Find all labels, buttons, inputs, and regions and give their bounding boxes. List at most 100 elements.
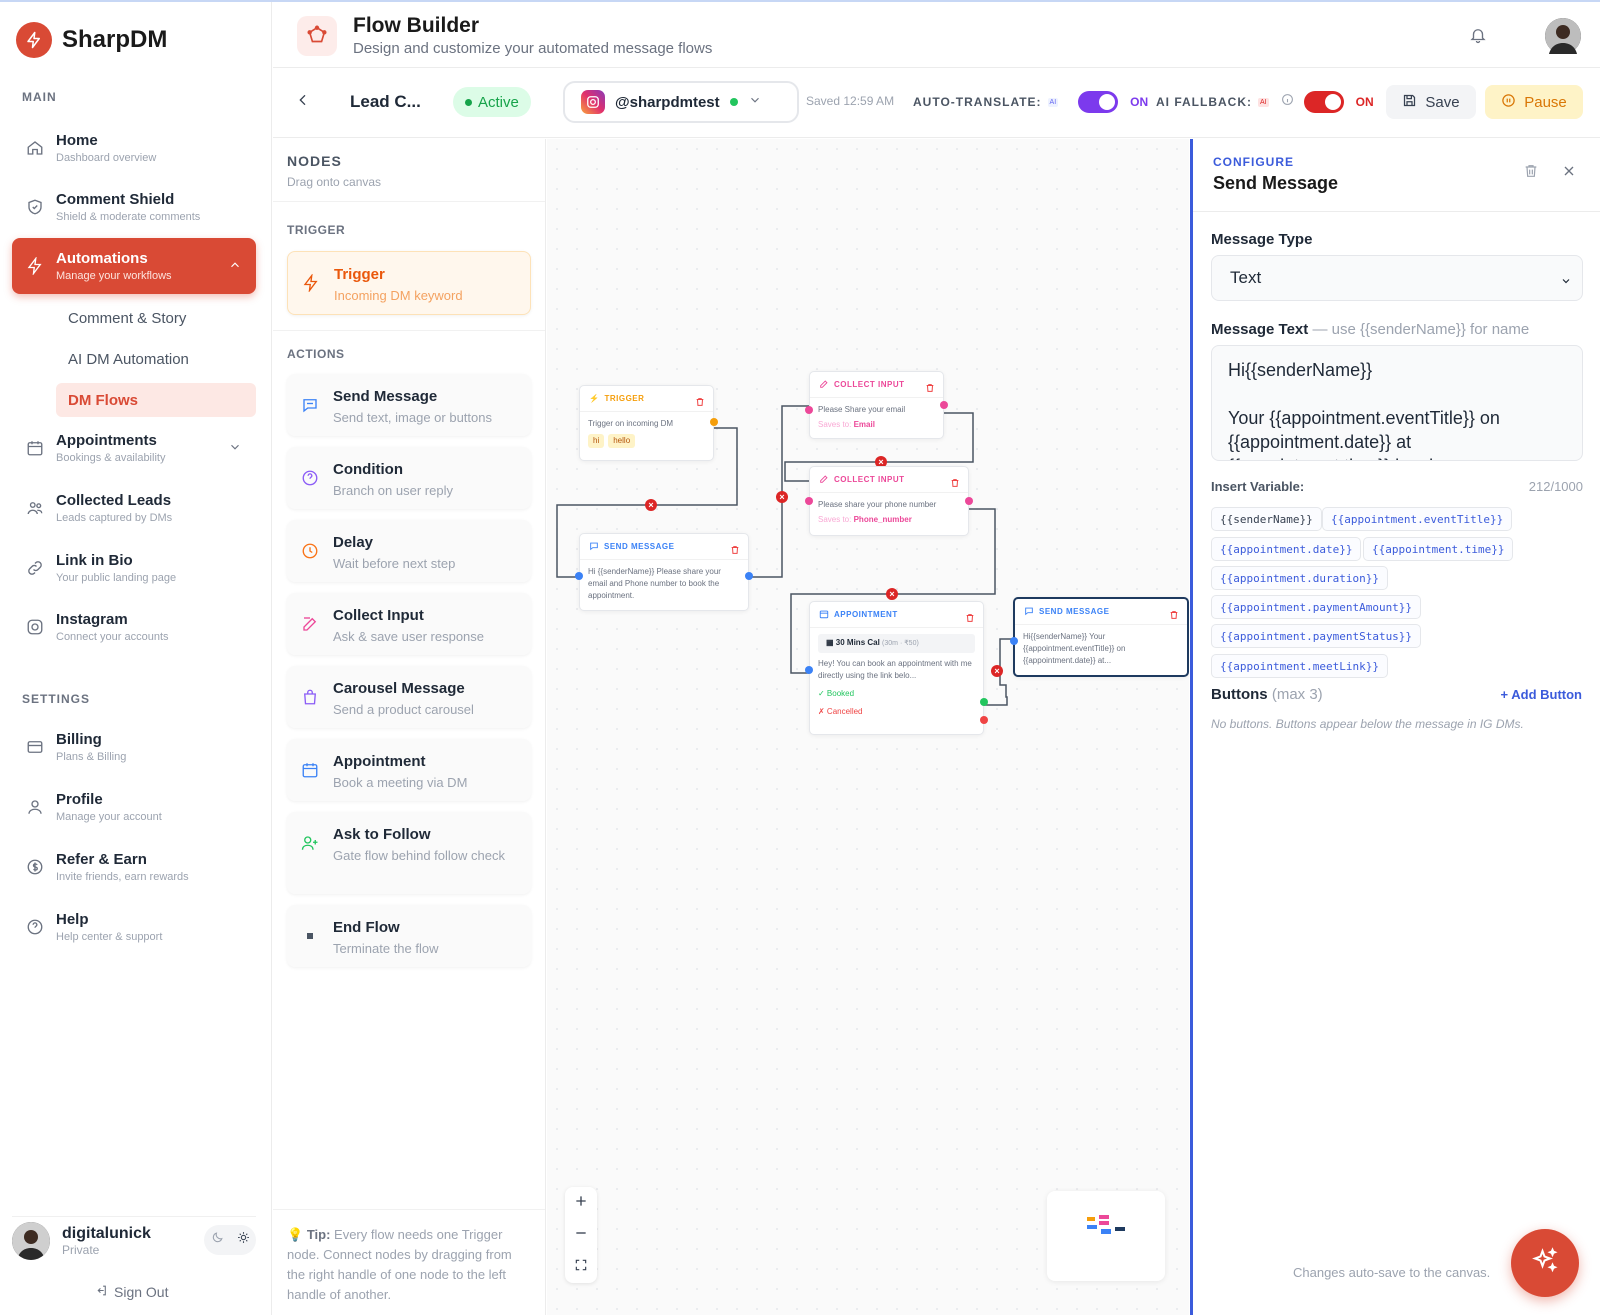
delete-edge-icon[interactable]: × [776, 491, 788, 503]
sidebar-item-instagram[interactable]: Instagram Connect your accounts [12, 599, 256, 655]
variable-chip[interactable]: {{appointment.paymentStatus}} [1211, 624, 1422, 648]
info-icon[interactable] [1281, 93, 1294, 111]
message-text-field[interactable]: Hi{{senderName}} Your {{appointment.even… [1211, 345, 1583, 461]
trash-icon[interactable] [925, 380, 935, 398]
sidebar-item-help[interactable]: Help Help center & support [12, 899, 256, 955]
pause-button[interactable]: Pause [1485, 85, 1583, 119]
back-arrow-icon[interactable] [295, 92, 311, 113]
account-selector[interactable]: @sharpdmtest [563, 81, 799, 123]
output-handle[interactable] [745, 572, 753, 580]
ai-fallback-toggle[interactable] [1303, 91, 1344, 113]
minimap[interactable] [1047, 1191, 1165, 1281]
output-handle[interactable] [710, 418, 718, 426]
sidebar-item-home[interactable]: Home Dashboard overview [12, 120, 256, 176]
palette-item-sub: Ask & save user response [333, 629, 485, 644]
auto-translate-toggle[interactable] [1078, 91, 1119, 113]
trash-icon[interactable] [730, 542, 740, 560]
sidebar-item-comment-shield[interactable]: Comment Shield Shield & moderate comments [12, 179, 256, 235]
char-count: 212/1000 [1528, 479, 1583, 494]
ai-assistant-button[interactable] [1511, 1229, 1579, 1297]
sidebar-subitem-comment-story[interactable]: Comment & Story [56, 301, 256, 335]
moon-icon[interactable] [211, 1231, 224, 1249]
sidebar-item-appointments[interactable]: Appointments Bookings & availability [12, 420, 256, 476]
zoom-out-icon[interactable] [573, 1225, 589, 1246]
calendar-icon [24, 437, 46, 459]
user-profile[interactable]: digitalunick Private [12, 1216, 256, 1264]
palette-carousel[interactable]: Carousel Message Send a product carousel [287, 666, 531, 728]
palette-collect-input[interactable]: Collect Input Ask & save user response [287, 593, 531, 655]
trash-icon[interactable] [1523, 163, 1539, 184]
variable-chip[interactable]: {{senderName}} [1211, 507, 1322, 531]
cancelled-handle[interactable] [980, 716, 988, 724]
zoom-in-icon[interactable] [573, 1193, 589, 1214]
chevron-down-icon[interactable] [228, 440, 242, 459]
fit-view-icon[interactable] [574, 1258, 588, 1277]
delete-edge-icon[interactable]: × [886, 588, 898, 600]
input-handle[interactable] [805, 406, 813, 414]
variable-chip[interactable]: {{appointment.meetLink}} [1211, 654, 1388, 678]
palette-delay[interactable]: Delay Wait before next step [287, 520, 531, 582]
variable-chip[interactable]: {{appointment.eventTitle}} [1322, 507, 1513, 531]
booked-handle[interactable] [980, 698, 988, 706]
trash-icon[interactable] [695, 394, 705, 412]
sidebar-item-link-in-bio[interactable]: Link in Bio Your public landing page [12, 540, 256, 596]
event-chip: ▦ 30 Mins Cal (30m · ₹50) [818, 634, 975, 653]
lightning-logo-icon [16, 22, 52, 58]
chevron-up-icon[interactable] [228, 258, 242, 277]
brand[interactable]: SharpDM [16, 22, 167, 58]
sidebar-item-automations[interactable]: Automations Manage your workflows [12, 238, 256, 294]
bell-icon[interactable] [1469, 26, 1487, 49]
variable-chip[interactable]: {{appointment.time}} [1363, 537, 1514, 561]
flow-name[interactable]: Lead C... [350, 92, 421, 112]
dollar-icon [24, 856, 46, 878]
variable-chip[interactable]: {{appointment.date}} [1211, 537, 1362, 561]
canvas-node-trigger[interactable]: ⚡ TRIGGER Trigger on incoming DM hi hell… [579, 385, 718, 461]
sidebar-subitem-dm-flows[interactable]: DM Flows [56, 383, 256, 417]
trash-icon[interactable] [1169, 607, 1179, 625]
sidebar-item-refer-earn[interactable]: Refer & Earn Invite friends, earn rewards [12, 839, 256, 895]
output-handle[interactable] [940, 401, 948, 409]
save-button[interactable]: Save [1386, 85, 1476, 119]
message-type-select[interactable]: Text [1211, 255, 1583, 301]
add-button-link[interactable]: + Add Button [1501, 687, 1582, 702]
input-handle[interactable] [1010, 637, 1018, 645]
palette-appointment[interactable]: Appointment Book a meeting via DM [287, 739, 531, 801]
canvas-node-collect-input[interactable]: COLLECT INPUT Please share your phone nu… [805, 466, 973, 536]
palette-item-title: Condition [333, 461, 403, 478]
palette-ask-to-follow[interactable]: Ask to Follow Gate flow behind follow che… [287, 812, 531, 894]
canvas-node-collect-input[interactable]: COLLECT INPUT Please Share your email Sa… [805, 371, 948, 439]
sidebar-subitem-ai-dm[interactable]: AI DM Automation [56, 342, 256, 376]
delete-edge-icon[interactable]: × [991, 665, 1003, 677]
palette-trigger[interactable]: Trigger Incoming DM keyword [287, 251, 531, 315]
input-handle[interactable] [805, 666, 813, 674]
input-handle[interactable] [805, 497, 813, 505]
trash-icon[interactable] [965, 610, 975, 628]
theme-toggle[interactable] [204, 1225, 256, 1255]
header-avatar[interactable] [1545, 18, 1581, 54]
sun-icon[interactable] [237, 1231, 250, 1249]
sidebar-item-title: Home [56, 132, 98, 149]
sidebar-item-collected-leads[interactable]: Collected Leads Leads captured by DMs [12, 480, 256, 536]
sidebar-item-sub: Help center & support [56, 931, 163, 943]
sidebar-item-sub: Invite friends, earn rewards [56, 871, 189, 883]
delete-edge-icon[interactable]: × [645, 499, 657, 511]
sidebar-item-profile[interactable]: Profile Manage your account [12, 779, 256, 835]
node-body: Please share your phone number [818, 500, 937, 509]
palette-send-message[interactable]: Send Message Send text, image or buttons [287, 374, 531, 436]
status-badge: Active [453, 87, 531, 117]
trash-icon[interactable] [950, 475, 960, 493]
output-handle[interactable] [965, 497, 973, 505]
flow-canvas[interactable]: × × × × × ⚡ TRIGGER Trigger on incoming … [547, 139, 1189, 1315]
canvas-node-send-message-selected[interactable]: SEND MESSAGE Hi{{senderName}} Your {{app… [1010, 597, 1189, 677]
close-icon[interactable] [1561, 163, 1577, 184]
palette-end-flow[interactable]: End Flow Terminate the flow [287, 905, 531, 967]
input-handle[interactable] [575, 572, 583, 580]
sidebar-item-billing[interactable]: Billing Plans & Billing [12, 719, 256, 775]
variable-chip[interactable]: {{appointment.duration}} [1211, 566, 1388, 590]
variable-chip[interactable]: {{appointment.paymentAmount}} [1211, 595, 1422, 619]
palette-condition[interactable]: Condition Branch on user reply [287, 447, 531, 509]
sign-out-button[interactable]: Sign Out [95, 1284, 168, 1300]
node-header: COLLECT INPUT [810, 372, 943, 398]
canvas-node-appointment[interactable]: APPOINTMENT ▦ 30 Mins Cal (30m · ₹50) He… [805, 601, 988, 735]
canvas-node-send-message[interactable]: SEND MESSAGE Hi {{senderName}} Please sh… [575, 533, 753, 611]
